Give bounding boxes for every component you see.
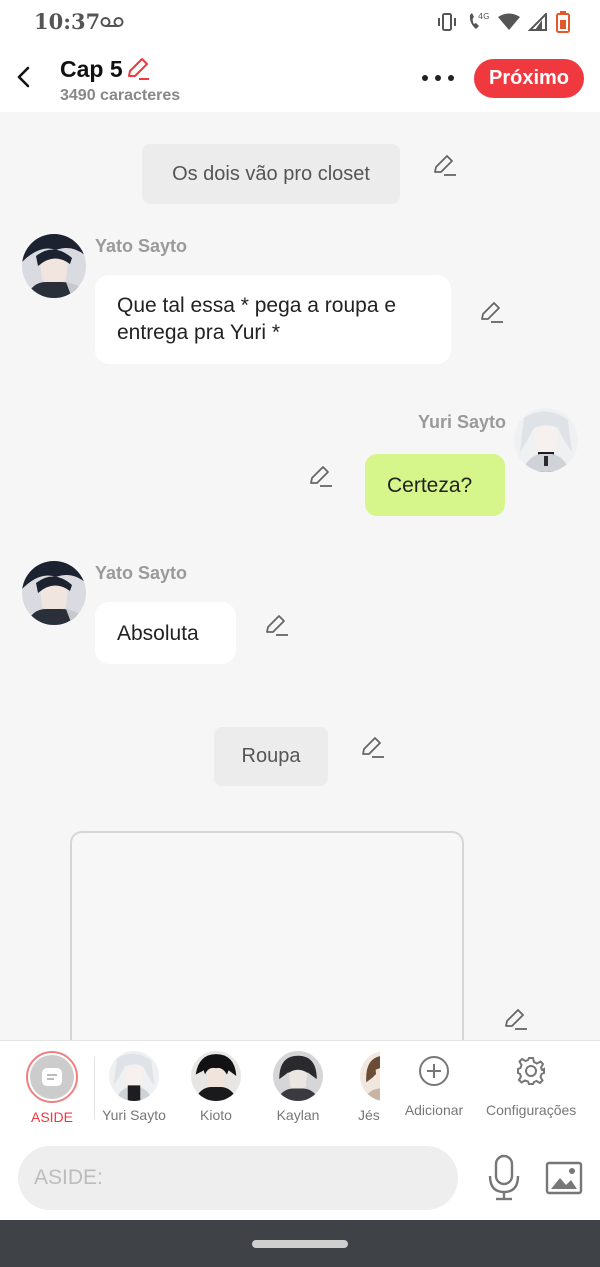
aside-icon	[42, 1068, 62, 1086]
avatar	[273, 1051, 323, 1101]
system-nav-bar	[0, 1220, 600, 1267]
microphone-icon[interactable]	[484, 1154, 524, 1202]
character-kioto[interactable]: Kioto	[176, 1051, 256, 1123]
add-character-button[interactable]: Adicionar	[398, 1055, 470, 1118]
edit-message-icon[interactable]	[264, 612, 290, 638]
battery-icon	[556, 11, 570, 33]
character-jes[interactable]: Jés	[340, 1051, 380, 1123]
yato-avatar-image	[22, 234, 86, 298]
avatar[interactable]	[514, 408, 578, 472]
yuri-avatar-image	[514, 408, 578, 472]
character-aside[interactable]: ASIDE	[12, 1051, 92, 1125]
image-message[interactable]	[70, 831, 464, 1075]
yato-avatar-image	[22, 561, 86, 625]
message-bubble[interactable]: Absoluta	[95, 602, 236, 664]
more-options-icon[interactable]	[419, 68, 457, 88]
narration-text: Os dois vão pro closet	[172, 162, 370, 185]
message-text: Absoluta	[117, 622, 199, 645]
character-kaylan[interactable]: Kaylan	[258, 1051, 338, 1123]
character-label: Kioto	[200, 1107, 232, 1123]
character-name: Yuri Sayto	[418, 412, 507, 432]
edit-message-icon[interactable]	[308, 463, 334, 489]
avatar	[109, 1051, 159, 1101]
next-button[interactable]: Próximo	[474, 59, 584, 98]
aside-avatar	[26, 1051, 78, 1103]
call-4g-icon: 4G	[469, 12, 489, 29]
svg-text:4G: 4G	[478, 12, 489, 21]
chapter-header: Cap 5 3490 caracteres Próximo	[0, 44, 600, 112]
edit-message-icon[interactable]	[360, 734, 386, 760]
input-bar	[0, 1136, 600, 1220]
voicemail-icon	[100, 17, 124, 27]
settings-label: Configurações	[486, 1102, 577, 1118]
character-label: Jés	[358, 1107, 380, 1123]
image-icon[interactable]	[544, 1158, 584, 1198]
message-text: Certeza?	[387, 474, 473, 497]
add-label: Adicionar	[404, 1102, 464, 1118]
settings-button[interactable]: Configurações	[486, 1055, 576, 1118]
app-screen: 10:37 4G Cap 5 3490 caracteres Próximo O…	[0, 0, 600, 1267]
narration-bubble[interactable]: Os dois vão pro closet	[142, 144, 400, 204]
add-circle-icon	[419, 1056, 449, 1086]
avatar[interactable]	[22, 234, 86, 298]
status-bar: 10:37 4G	[0, 0, 600, 44]
chat-area: Os dois vão pro closet Yato Sayto Que ta…	[0, 112, 600, 1075]
character-bar: ASIDE Yuri Sayto Kioto Kaylan Jés Adicio…	[0, 1040, 600, 1137]
narration-bubble[interactable]: Roupa	[214, 727, 328, 786]
avatar	[191, 1051, 241, 1101]
message-text: Que tal essa * pega a roupa e entrega pr…	[117, 294, 397, 344]
character-yuri-sayto[interactable]: Yuri Sayto	[94, 1051, 174, 1123]
character-label: Kaylan	[276, 1107, 320, 1123]
avatar	[360, 1051, 380, 1101]
back-button[interactable]	[10, 62, 36, 92]
character-name: Yato Sayto	[95, 236, 188, 256]
character-name: Yato Sayto	[95, 563, 188, 583]
vibrate-icon	[438, 13, 456, 31]
edit-message-icon[interactable]	[503, 1006, 529, 1032]
message-input[interactable]	[18, 1146, 458, 1210]
signal-icon	[528, 13, 547, 31]
edit-message-icon[interactable]	[432, 152, 458, 178]
edit-title-icon[interactable]	[125, 55, 151, 81]
avatar[interactable]	[22, 561, 86, 625]
character-label: ASIDE	[30, 1109, 73, 1125]
gear-icon	[517, 1057, 545, 1085]
wifi-icon	[498, 13, 520, 30]
character-count: 3490 caracteres	[60, 87, 181, 104]
narration-text: Roupa	[241, 745, 301, 767]
status-time: 10:37	[34, 9, 101, 34]
message-bubble[interactable]: Certeza?	[365, 454, 505, 516]
chapter-title: Cap 5	[60, 56, 123, 82]
message-bubble[interactable]: Que tal essa * pega a roupa e entrega pr…	[95, 275, 451, 364]
status-icons: 4G	[436, 11, 570, 33]
character-label: Yuri Sayto	[102, 1107, 166, 1123]
home-gesture-handle[interactable]	[252, 1240, 348, 1248]
edit-message-icon[interactable]	[479, 299, 505, 325]
